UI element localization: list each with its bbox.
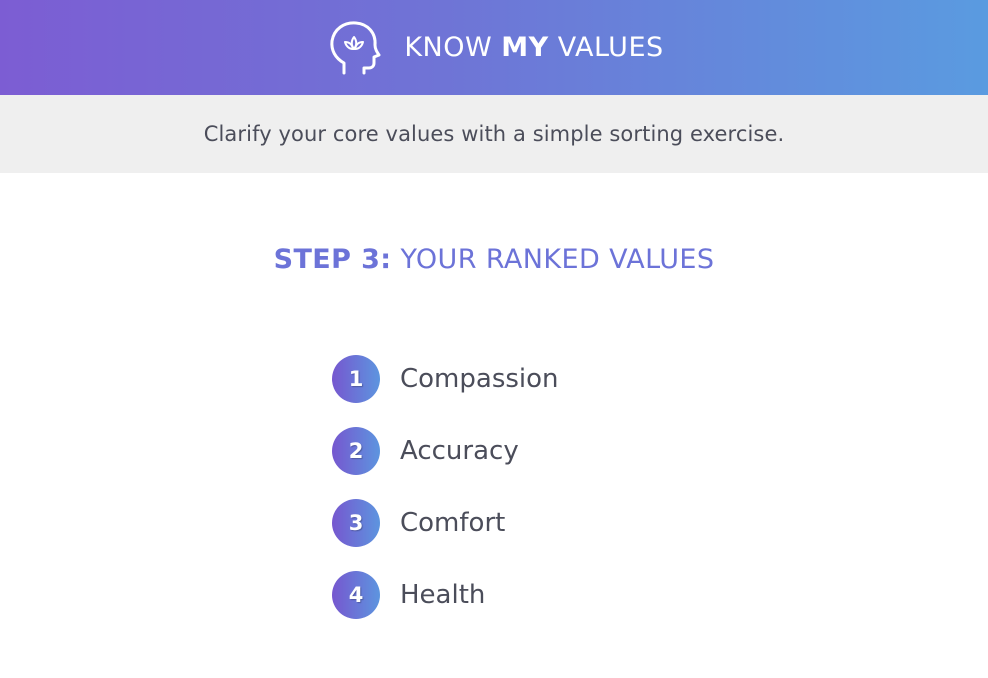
value-label: Health (400, 580, 486, 610)
ranked-value-item: 4 Health (332, 571, 559, 619)
rank-badge: 4 (332, 571, 380, 619)
title-part-my: MY (501, 32, 549, 63)
value-label: Accuracy (400, 436, 519, 466)
step-number: STEP 3: (273, 244, 392, 275)
rank-badge: 1 (332, 355, 380, 403)
tagline-text: Clarify your core values with a simple s… (203, 122, 785, 146)
rank-badge: 2 (332, 427, 380, 475)
app-title: KNOW MY VALUES (404, 32, 663, 63)
rank-badge: 3 (332, 499, 380, 547)
brand[interactable]: KNOW MY VALUES (324, 19, 663, 77)
tagline-bar: Clarify your core values with a simple s… (0, 95, 988, 173)
title-part-know: KNOW (404, 32, 502, 63)
ranked-values-list: 1 Compassion 2 Accuracy 3 Comfort 4 Heal… (332, 355, 559, 643)
title-part-values: VALUES (548, 32, 664, 63)
ranked-value-item: 2 Accuracy (332, 427, 559, 475)
ranked-value-item: 1 Compassion (332, 355, 559, 403)
head-lotus-icon (330, 20, 381, 74)
step-title: YOUR RANKED VALUES (391, 244, 715, 275)
value-label: Compassion (400, 364, 559, 394)
value-label: Comfort (400, 508, 506, 538)
ranked-value-item: 3 Comfort (332, 499, 559, 547)
app-header: KNOW MY VALUES (0, 0, 988, 95)
step-heading: STEP 3: YOUR RANKED VALUES (0, 244, 988, 275)
